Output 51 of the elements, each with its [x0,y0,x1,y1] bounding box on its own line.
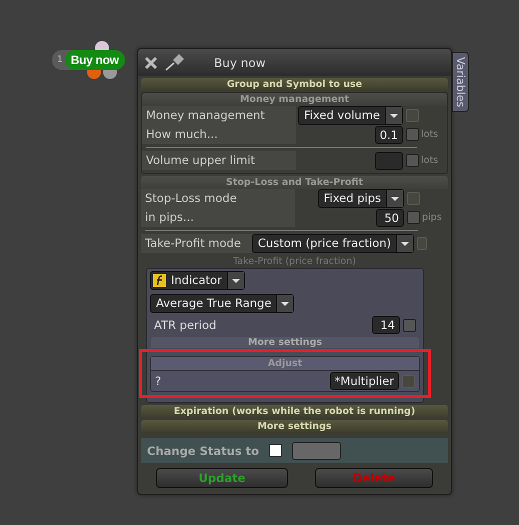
checkbox[interactable] [402,374,415,388]
caret-icon [226,272,244,289]
dropdown[interactable]: Average True Range [150,294,294,313]
caret-icon [396,235,414,252]
caret-icon [386,190,403,207]
update-button[interactable]: Update [156,468,288,488]
field-label: ATR period [154,318,216,332]
field-label: Money management [142,106,296,125]
number-field[interactable]: 0.1 [374,126,403,144]
section-header[interactable]: Stop-Loss and Take-Profit [141,176,448,189]
status-field[interactable] [292,442,342,460]
checkbox[interactable] [406,109,419,122]
checkbox[interactable] [406,154,419,167]
section-header[interactable]: More settings [151,337,419,348]
field-label: ? [155,374,162,388]
dropdown[interactable]: Custom (price fraction) [252,234,414,253]
field-label: Volume upper limit [142,151,296,170]
number-field[interactable]: 14 [372,316,400,334]
section-header[interactable]: Expiration (works while the robot is running) [141,405,448,418]
order-badge[interactable]: Buy now [64,50,125,70]
number-field[interactable]: 50 [376,208,404,226]
caret-icon [276,295,294,312]
checkbox[interactable] [417,237,427,250]
field-label: Stop-Loss mode [141,189,295,208]
section-header[interactable]: More settings [141,420,448,433]
unit-label: lots [420,129,440,140]
field-label: How much... [142,125,296,144]
unit-label: lots [420,155,440,166]
checkbox[interactable] [269,444,282,457]
variables-tab[interactable]: Variables [452,52,469,112]
checkbox[interactable] [403,318,416,332]
dropdown[interactable]: Fixed pips [318,189,404,208]
checkbox[interactable] [406,128,419,141]
number-field[interactable] [375,152,403,170]
status-label: Change Status to [147,444,260,458]
section-caption: Take-Profit (price fraction) [232,256,357,268]
section-header[interactable]: Money management [142,93,447,106]
checkbox[interactable] [407,192,420,205]
pin-icon[interactable] [164,54,186,72]
operator-button[interactable]: *Multiplier [330,372,399,390]
unit-label: pips [421,212,443,223]
caret-icon [385,107,402,124]
dropdown[interactable]: Indicator [150,271,245,290]
field-label: in pips... [141,208,295,227]
section-header[interactable]: Group and Symbol to use [141,78,448,91]
window-title: Buy now [214,56,266,70]
function-icon [153,274,166,287]
checkbox[interactable] [407,211,420,224]
dropdown[interactable]: Fixed volume [298,106,403,125]
close-icon[interactable] [144,56,158,70]
field-label: Take-Profit mode [141,234,252,253]
